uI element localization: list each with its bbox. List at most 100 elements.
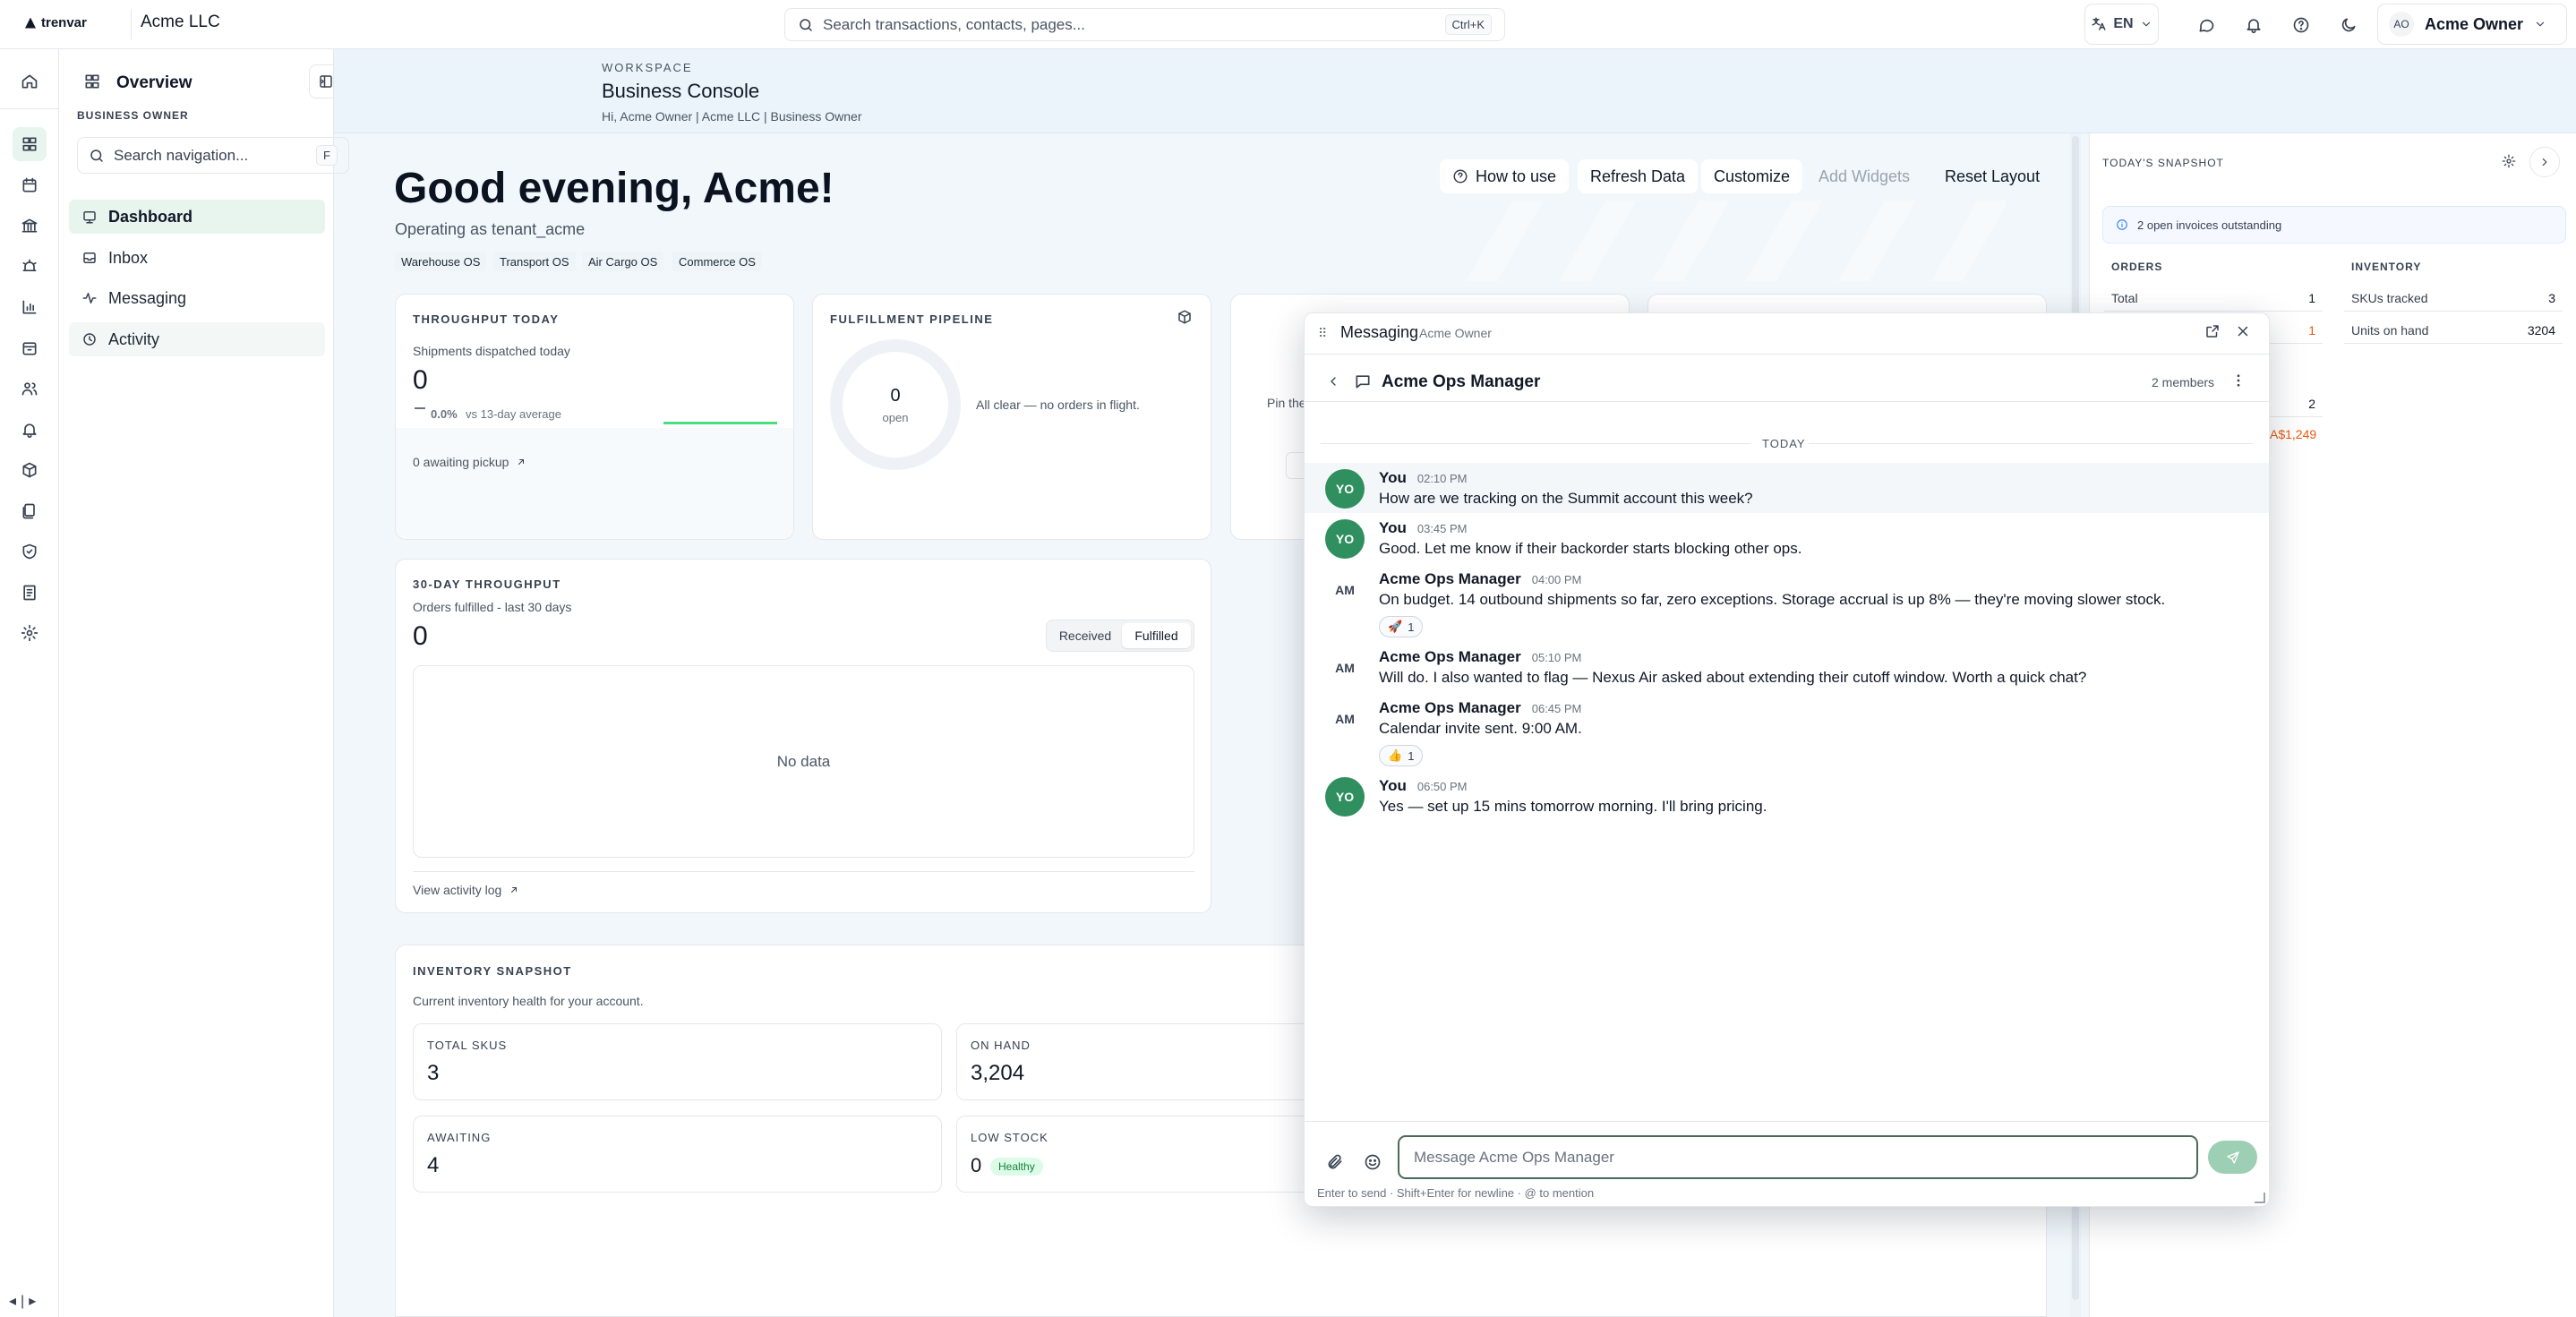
theme-toggle[interactable] (2332, 8, 2366, 42)
gear-icon[interactable] (2502, 154, 2516, 168)
user-menu[interactable]: AO Acme Owner (2377, 4, 2567, 45)
notifications-button[interactable] (2237, 8, 2271, 42)
message-text: Calendar invite sent. 9:00 AM. (1379, 720, 1582, 737)
search-icon (89, 148, 105, 164)
external-link-icon (509, 885, 519, 895)
rail-billing[interactable] (13, 576, 47, 610)
how-to-use-button[interactable]: How to use (1440, 159, 1570, 193)
rail-documents[interactable] (13, 494, 47, 528)
nav-item-dashboard[interactable]: Dashboard (69, 200, 325, 234)
resize-handle[interactable] (2255, 1193, 2265, 1203)
language-selector[interactable]: EN (2084, 4, 2159, 45)
avatar: AM (1325, 570, 1365, 610)
tile-total-skus-value: 3 (427, 1061, 440, 1085)
message-row[interactable]: AM Acme Ops Manager 05:10 PM Will do. I al… (1325, 648, 2086, 688)
files-icon (21, 502, 39, 520)
view-activity-log-link[interactable]: View activity log (413, 883, 519, 897)
how-to-use-label: How to use (1476, 167, 1557, 185)
rail-contacts[interactable] (13, 372, 47, 406)
nav-item-inbox[interactable]: Inbox (69, 241, 325, 275)
message-text: Will do. I also wanted to flag — Nexus A… (1379, 669, 2087, 686)
tile-awaiting-value: 4 (427, 1153, 440, 1177)
message-row[interactable]: YO You 02:10 PM How are we tracking on the… (1325, 469, 1753, 509)
message-row[interactable]: YO You 06:50 PM Yes — set up 15 mins tomor… (1325, 777, 1767, 817)
back-icon[interactable] (1326, 374, 1340, 389)
close-icon[interactable] (2235, 323, 2251, 339)
reaction-chip[interactable]: 🚀 1 (1379, 616, 1424, 637)
chip-transport-os[interactable]: Transport OS (493, 252, 576, 271)
chip-air-cargo-os[interactable]: Air Cargo OS (582, 252, 664, 271)
info-icon (2116, 218, 2128, 231)
rail-security[interactable] (13, 534, 47, 569)
messaging-title: Messaging (1340, 323, 1419, 341)
global-search[interactable]: Search transactions, contacts, pages... … (784, 8, 1505, 41)
nav-search[interactable]: Search navigation... F (77, 137, 349, 174)
pin-hint: Pin the (1267, 396, 1306, 410)
brand-mark-icon (25, 17, 36, 29)
refresh-data-button[interactable]: Refresh Data (1578, 159, 1699, 193)
emoji-icon[interactable] (1364, 1153, 1382, 1171)
toggle-fulfilled[interactable]: Fulfilled (1122, 623, 1191, 648)
rail-analytics[interactable] (13, 290, 47, 324)
units-on-hand-value: 3204 (2527, 322, 2555, 338)
nav-search-input[interactable]: Search navigation... (114, 147, 307, 165)
chip-commerce-os[interactable]: Commerce OS (672, 252, 762, 271)
chip-warehouse-os[interactable]: Warehouse OS (395, 252, 487, 271)
message-author: Acme Ops Manager (1379, 648, 1521, 665)
send-button[interactable] (2208, 1141, 2257, 1174)
awaiting-pickup-link[interactable]: 0 awaiting pickup (413, 455, 526, 469)
add-widgets-button[interactable]: Add Widgets (1806, 159, 1922, 193)
send-icon (2226, 1150, 2240, 1165)
customize-button[interactable]: Customize (1701, 159, 1803, 193)
rail-calendar[interactable] (13, 168, 47, 202)
reset-layout-button[interactable]: Reset Layout (1932, 159, 2052, 193)
popout-icon[interactable] (2204, 323, 2221, 339)
rail-settings[interactable] (13, 616, 47, 650)
attach-icon[interactable] (1326, 1153, 1344, 1171)
open-invoices-alert[interactable]: 2 open invoices outstanding (2102, 206, 2566, 244)
snapshot-next-button[interactable] (2529, 147, 2560, 177)
help-button[interactable] (2284, 8, 2318, 42)
message-input[interactable]: Message Acme Ops Manager (1398, 1135, 2198, 1179)
rail-home[interactable] (13, 64, 47, 98)
brand-logo[interactable]: trenvar (25, 15, 87, 30)
nav-item-activity[interactable]: Activity (69, 322, 325, 356)
more-vertical-icon[interactable] (2230, 372, 2247, 389)
orders-total-label: Total (2111, 290, 2138, 305)
units-on-hand-row: Units on hand 3204 (2344, 317, 2563, 344)
chat-icon (1354, 372, 1372, 390)
rail-alerts[interactable] (13, 250, 47, 284)
reaction-chip[interactable]: 👍 1 (1379, 745, 1424, 766)
tile-low-stock-value: 0 (971, 1154, 982, 1176)
rail-inventory[interactable] (13, 331, 47, 365)
brand-name: trenvar (41, 15, 87, 30)
view-activity-log-text: View activity log (413, 883, 502, 897)
search-input[interactable]: Search transactions, contacts, pages... (823, 16, 1436, 34)
chart-icon (21, 298, 39, 316)
message-row[interactable]: YO You 03:45 PM Good. Let me know if their… (1325, 519, 1801, 559)
tile-low-stock-label: LOW STOCK (971, 1131, 1048, 1144)
message-time: 05:10 PM (1531, 651, 1582, 664)
package-icon[interactable] (1177, 309, 1193, 325)
org-name: Acme LLC (141, 13, 220, 31)
avatar: YO (1325, 777, 1365, 817)
toggle-received[interactable]: Received (1049, 623, 1121, 648)
orders-row-3-value: 2 (2308, 396, 2315, 411)
tile-awaiting (413, 1116, 942, 1193)
rail-shipping[interactable] (13, 453, 47, 487)
message-row[interactable]: AM Acme Ops Manager 06:45 PM Calendar invi… (1325, 699, 1582, 766)
message-row[interactable]: AM Acme Ops Manager 04:00 PM On budget. 14… (1325, 570, 2165, 637)
rail-resize-handle[interactable]: ◂|▸ (9, 1292, 40, 1310)
low-stock-healthy-badge: Healthy (990, 1158, 1043, 1176)
thread-members[interactable]: 2 members (2152, 375, 2214, 389)
skus-tracked-label: SKUs tracked (2351, 290, 2428, 305)
pipeline-value-label: open (882, 411, 909, 424)
greeting: Good evening, Acme! (394, 165, 834, 212)
nav-item-messaging[interactable]: Messaging (69, 281, 325, 315)
drag-handle-icon[interactable]: ⠿ (1318, 326, 1327, 341)
nav-search-shortcut: F (316, 145, 338, 166)
rail-notifications[interactable] (13, 413, 47, 447)
rail-finance[interactable] (13, 209, 47, 243)
rail-overview[interactable] (13, 127, 47, 161)
chat-button[interactable] (2189, 8, 2223, 42)
